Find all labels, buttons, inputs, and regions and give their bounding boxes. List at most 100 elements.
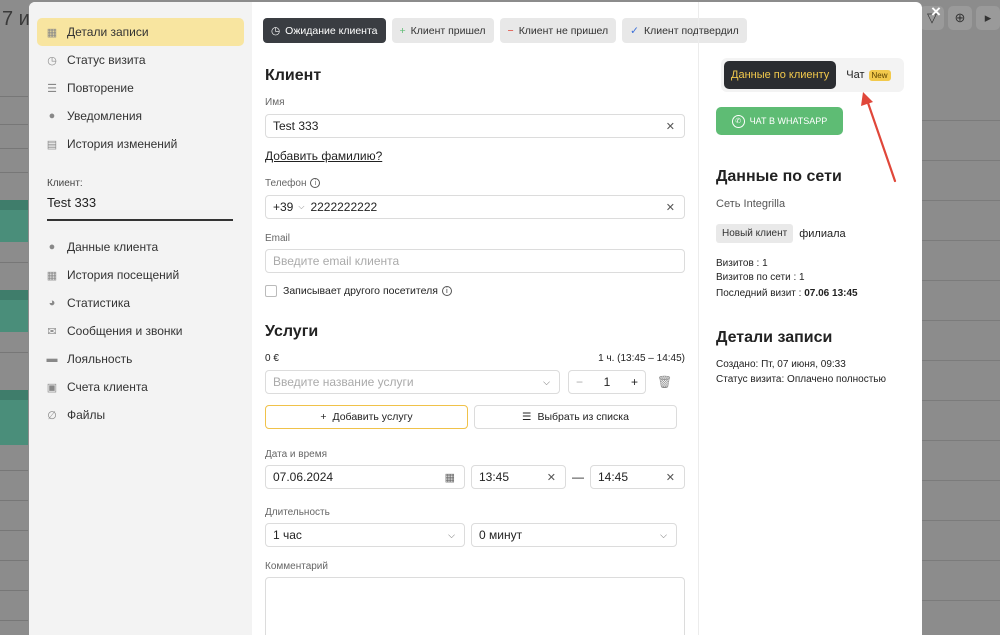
table-icon: ▦ xyxy=(46,269,58,282)
chevron-down-icon: ⌵ xyxy=(543,376,550,387)
sidebar-item-briefcase[interactable]: ▣ Счета клиента xyxy=(37,373,244,401)
grid-line xyxy=(0,530,28,531)
duration-label: Длительность xyxy=(265,507,330,518)
sidebar-item-label: История посещений xyxy=(67,268,180,282)
email-label: Email xyxy=(265,233,291,244)
duration-row: 1 час ⌵ 0 минут ⌵ xyxy=(265,523,685,547)
name-label: Имя xyxy=(265,97,285,108)
appointment-block xyxy=(0,400,28,445)
whatsapp-chat-button[interactable]: ✆ ЧАТ В WHATSAPP xyxy=(716,107,843,135)
grid-line xyxy=(0,352,28,353)
modal-sidebar: ▦ Детали записи ◷ Статус визита ☰ Повторение ●… xyxy=(29,2,252,635)
client-label: Клиент: xyxy=(47,178,83,189)
sidebar-item-label: Счета клиента xyxy=(67,380,148,394)
status-buttons: ◷ Ожидание клиента + Клиент пришел − Клиент н… xyxy=(263,18,747,43)
time-from-field[interactable]: 13:45 ✕ xyxy=(471,465,566,489)
grid-line xyxy=(0,172,28,173)
new-client-pill: Новый клиент xyxy=(716,224,794,243)
plus-icon: + xyxy=(399,24,406,37)
status-button[interactable]: + Клиент пришел xyxy=(391,18,494,43)
sidebar-item-user[interactable]: ● Данные клиента xyxy=(37,233,244,261)
comment-textarea[interactable] xyxy=(265,577,685,635)
sidebar-item-paperclip[interactable]: ∅ Файлы xyxy=(37,401,244,429)
appointment-modal: ▦ Детали записи ◷ Статус визита ☰ Повторение ●… xyxy=(29,2,922,635)
duration-minutes-select[interactable]: 0 минут ⌵ xyxy=(471,523,677,547)
quantity-stepper[interactable]: − 1 + xyxy=(568,370,646,394)
phone-field[interactable]: +39 ⌵ 2222222222 ✕ xyxy=(265,195,685,219)
view-toggle: Данные по клиенту Чат New xyxy=(721,58,904,92)
time-to-field[interactable]: 14:45 ✕ xyxy=(590,465,685,489)
choose-from-list-button[interactable]: ☰ Выбрать из списка xyxy=(474,405,677,429)
created-at: Создано: Пт, 07 июня, 09:33 xyxy=(716,359,846,370)
duration-hours-select[interactable]: 1 час ⌵ xyxy=(265,523,465,547)
service-search-field[interactable]: Введите название услуги ⌵ xyxy=(265,370,560,394)
grid-line xyxy=(921,200,1000,201)
plus-icon[interactable]: + xyxy=(631,375,638,389)
sidebar-item-file[interactable]: ▤ История изменений xyxy=(37,130,244,158)
phone-code[interactable]: +39 xyxy=(273,200,293,214)
status-button[interactable]: − Клиент не пришел xyxy=(499,18,617,43)
close-modal-icon[interactable]: × xyxy=(931,2,941,22)
clear-icon[interactable]: ✕ xyxy=(666,120,675,133)
sidebar-item-clock[interactable]: ◷ Статус визита xyxy=(37,46,244,74)
grid-line xyxy=(921,480,1000,481)
minus-icon[interactable]: − xyxy=(576,375,583,389)
chevron-down-icon: ⌵ xyxy=(660,529,667,540)
pie-chart-icon: ◕ xyxy=(48,297,56,309)
grid-line xyxy=(0,560,28,561)
sidebar-item-mail[interactable]: ✉ Сообщения и звонки xyxy=(37,317,244,345)
date-field[interactable]: 07.06.2024 ▦ xyxy=(265,465,465,489)
plus-icon: + xyxy=(320,411,327,423)
appointment-block xyxy=(0,300,28,332)
sidebar-item-list[interactable]: ☰ Повторение xyxy=(37,74,244,102)
sidebar-item-label: Лояльность xyxy=(67,352,133,366)
grid-line xyxy=(0,124,28,125)
chat-tab[interactable]: Чат New xyxy=(836,61,897,89)
file-icon: ▤ xyxy=(46,138,58,151)
clear-icon[interactable]: ✕ xyxy=(666,471,675,484)
grid-line xyxy=(921,240,1000,241)
comment-label: Комментарий xyxy=(265,561,328,572)
add-surname-link[interactable]: Добавить фамилию? xyxy=(265,149,685,163)
sidebar-item-pie-chart[interactable]: ◕ Статистика xyxy=(37,289,244,317)
sidebar-item-calendar[interactable]: ▦ Детали записи xyxy=(37,18,244,46)
sidebar-item-label: Файлы xyxy=(67,408,106,422)
appointment-block xyxy=(0,210,28,242)
paperclip-icon: ∅ xyxy=(47,409,57,422)
status-button[interactable]: ◷ Ожидание клиента xyxy=(263,18,386,43)
sidebar-item-label: Данные клиента xyxy=(67,240,159,254)
appointment-block xyxy=(0,290,28,300)
name-field[interactable]: Test 333 ✕ xyxy=(265,114,685,138)
clock-icon: ◷ xyxy=(271,24,281,37)
other-visitor-checkbox[interactable] xyxy=(265,285,277,297)
sidebar-item-label: Повторение xyxy=(67,81,134,95)
other-visitor-row: Записывает другого посетителя i xyxy=(265,285,685,297)
sidebar-item-label: Детали записи xyxy=(67,25,149,39)
appointment-block xyxy=(0,200,28,210)
clear-icon[interactable]: ✕ xyxy=(666,201,675,214)
service-row: Введите название услуги ⌵ − 1 + 🗑 xyxy=(265,370,685,394)
grid-line xyxy=(921,160,1000,161)
sidebar-item-label: Уведомления xyxy=(67,109,143,123)
add-service-button[interactable]: + Добавить услугу xyxy=(265,405,468,429)
services-price: 0 € xyxy=(265,353,279,364)
sidebar-item-label: Сообщения и звонки xyxy=(67,324,183,338)
whatsapp-icon: ✆ xyxy=(731,114,745,128)
sidebar-item-label: Статус визита xyxy=(67,53,146,67)
annotation-arrow xyxy=(861,92,897,183)
email-field[interactable]: Введите email клиента xyxy=(265,249,685,273)
grid-line xyxy=(921,120,1000,121)
sidebar-item-label: Статистика xyxy=(67,296,131,310)
client-data-tab[interactable]: Данные по клиенту xyxy=(724,61,837,89)
sidebar-item-chat[interactable]: ● Уведомления xyxy=(37,102,244,130)
trash-icon[interactable]: 🗑 xyxy=(657,375,672,389)
client-section-title: Клиент xyxy=(265,67,322,84)
more-icon[interactable]: ▸ xyxy=(976,6,1000,30)
sidebar-item-card[interactable]: ▬ Лояльность xyxy=(37,345,244,373)
phone-label: Телефон i xyxy=(265,178,685,189)
zoom-icon[interactable]: ⊕ xyxy=(948,6,972,30)
minus-icon: − xyxy=(507,24,514,37)
email-placeholder: Введите email клиента xyxy=(273,254,400,268)
sidebar-item-table[interactable]: ▦ История посещений xyxy=(37,261,244,289)
clear-icon[interactable]: ✕ xyxy=(547,471,556,484)
